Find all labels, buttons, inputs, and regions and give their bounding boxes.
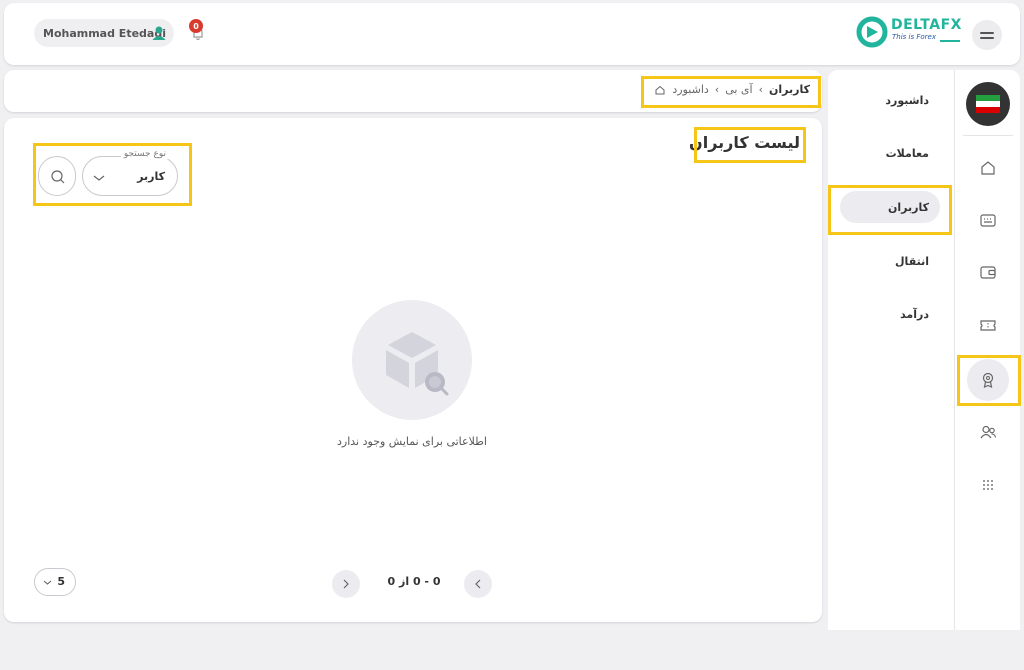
logo-tagline: This is Forex xyxy=(892,33,936,41)
chevron-left-icon xyxy=(475,579,481,589)
sidebar-item-income[interactable]: درآمد xyxy=(900,308,929,321)
next-page-button[interactable] xyxy=(332,570,360,598)
ticket-icon[interactable] xyxy=(976,313,1000,337)
pagination-info: 0 - 0 از 0 xyxy=(387,575,441,588)
user-avatar-icon xyxy=(152,26,166,40)
chevron-right-icon xyxy=(343,579,349,589)
logo-text: DELTAFX xyxy=(891,17,962,33)
chevron-down-icon xyxy=(43,580,52,585)
sidebar-item-transfer[interactable]: انتقال xyxy=(895,255,929,268)
highlight-page-title xyxy=(694,127,806,163)
top-bar: Mohammad Etedadi 0 DELTAFX This is Forex xyxy=(4,3,1020,65)
sidebar-item-trades[interactable]: معاملات xyxy=(886,147,929,160)
highlight-breadcrumb xyxy=(641,76,821,108)
iran-flag-avatar[interactable] xyxy=(966,82,1010,126)
highlight-search-controls xyxy=(33,143,192,206)
apps-grid-icon[interactable] xyxy=(976,473,1000,497)
home-icon[interactable] xyxy=(976,156,1000,180)
empty-box-icon xyxy=(386,332,449,396)
wallet-icon[interactable] xyxy=(976,260,1000,284)
logo-underline xyxy=(940,40,960,42)
menu-bar-icon xyxy=(980,32,994,34)
highlight-sidebar-users xyxy=(828,185,952,235)
sidebar-item-dashboard[interactable]: داشبورد xyxy=(885,94,929,107)
rows-per-page-select[interactable]: 5 xyxy=(34,568,76,596)
empty-state-message: اطلاعاتی برای نمایش وجود ندارد xyxy=(337,435,487,448)
menu-toggle-button[interactable] xyxy=(972,20,1002,50)
notification-badge: 0 xyxy=(189,19,203,33)
keyboard-icon[interactable] xyxy=(976,208,1000,232)
menu-bar-icon xyxy=(980,37,994,39)
user-name: Mohammad Etedadi xyxy=(43,26,166,40)
users-icon[interactable] xyxy=(976,420,1000,444)
rail-divider xyxy=(963,135,1013,136)
empty-state-illustration xyxy=(352,300,472,420)
deltafx-logo-mark-icon xyxy=(856,16,888,48)
icon-rail xyxy=(954,70,1020,630)
rows-per-page-value: 5 xyxy=(57,575,65,588)
highlight-award-icon xyxy=(957,355,1021,406)
deltafx-logo[interactable]: DELTAFX This is Forex xyxy=(856,15,964,49)
sidebar-nav: داشبورد معاملات کاربران انتقال درآمد xyxy=(828,70,954,630)
user-profile-chip[interactable]: Mohammad Etedadi xyxy=(34,19,174,47)
flag-stripe-red xyxy=(976,107,1000,113)
prev-page-button[interactable] xyxy=(464,570,492,598)
